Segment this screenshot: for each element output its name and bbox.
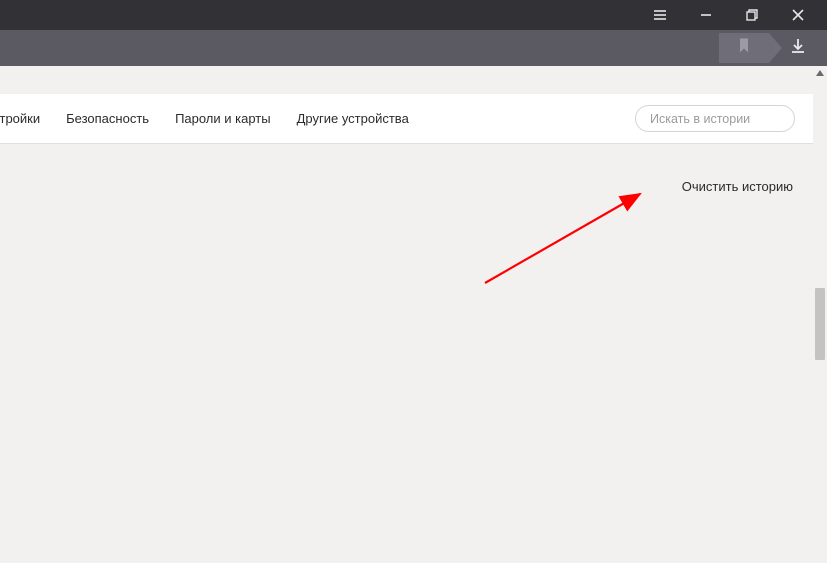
bookmark-icon	[738, 39, 750, 58]
vertical-scrollbar-track[interactable]	[813, 66, 827, 563]
search-history-input[interactable]	[650, 112, 780, 126]
search-history-input-wrap[interactable]	[635, 105, 795, 132]
tab-other-devices[interactable]: Другие устройства	[297, 111, 409, 126]
close-icon[interactable]	[775, 0, 821, 30]
download-icon	[789, 37, 807, 60]
tab-passwords[interactable]: Пароли и карты	[175, 111, 271, 126]
bookmark-button[interactable]	[719, 30, 769, 66]
window-titlebar	[0, 0, 827, 30]
tabs-bar: стройки Безопасность Пароли и карты Друг…	[0, 94, 813, 144]
scroll-up-icon[interactable]	[813, 66, 827, 80]
browser-toolbar	[0, 30, 827, 66]
clear-history-link[interactable]: Очистить историю	[682, 179, 793, 194]
hamburger-menu-icon[interactable]	[637, 0, 683, 30]
maximize-restore-icon[interactable]	[729, 0, 775, 30]
minimize-icon[interactable]	[683, 0, 729, 30]
tab-settings[interactable]: стройки	[0, 111, 40, 126]
vertical-scrollbar-thumb[interactable]	[815, 288, 825, 360]
tab-security[interactable]: Безопасность	[66, 111, 149, 126]
page-content: стройки Безопасность Пароли и карты Друг…	[0, 66, 827, 563]
